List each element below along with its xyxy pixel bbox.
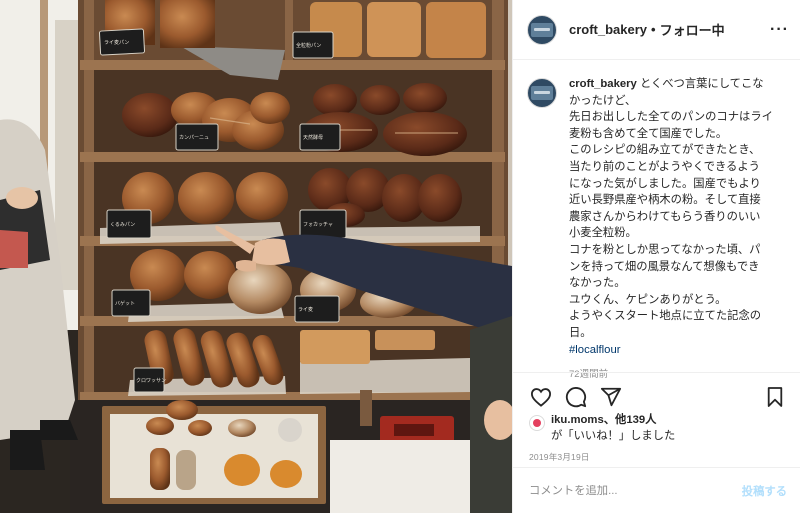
- separator-dot: •: [651, 22, 656, 37]
- shelf-label: 全粒粉パン: [296, 42, 321, 49]
- liker-username[interactable]: iku.moms: [551, 414, 604, 426]
- caption-line: 先日お出しした全てのパンのコナはライ: [569, 111, 773, 124]
- shelf-label: フォカッチャ: [303, 222, 333, 228]
- caption-line: ユウくん、ケピンありがとう。: [569, 293, 727, 306]
- caption-line: コナを粉としか思ってなかった頃、パ: [569, 243, 761, 256]
- comment-bar: 投稿する: [513, 467, 800, 513]
- post-side-panel: croft_bakery • フォロー中 ··· croft_bakery とく…: [512, 0, 800, 513]
- caption-line: 農家さんからわけてもらう香りのいい: [569, 210, 761, 223]
- post-photo[interactable]: ライ麦パン 全粒粉パン カンパーニュ 天然酵母 くるみパン フォカッチャ バゲッ…: [0, 0, 512, 513]
- shelf-label: バゲット: [115, 300, 135, 307]
- likes-summary: iku.moms、他139人 が「いいね！」しました: [529, 413, 787, 444]
- shelf-label: くるみパン: [110, 222, 135, 228]
- post-comment-button[interactable]: 投稿する: [742, 483, 787, 499]
- caption-line: 近い長野県産や柄木の粉。そして直接: [569, 194, 761, 207]
- caption-line: 小麦全粒粉。: [569, 227, 637, 240]
- likes-suffix: が「いいね！」しました: [551, 429, 676, 442]
- liker-avatar[interactable]: [529, 415, 545, 431]
- username-link[interactable]: croft_bakery: [569, 22, 647, 37]
- caption-username[interactable]: croft_bakery: [569, 78, 637, 90]
- post-date[interactable]: 2019年3月19日: [529, 451, 590, 463]
- caption-line: 麦粉も含めて全て国産でした。: [569, 127, 728, 140]
- shelf-label: ライ麦パン: [104, 39, 129, 46]
- caption-body: croft_bakery とくべつ言葉にしてこな かったけど、 先日お出しした全…: [569, 76, 787, 380]
- comment-icon[interactable]: [564, 385, 588, 409]
- caption-line: 当たり前のことがようやくできるよう: [569, 160, 760, 173]
- shelf-label: 天然酵母: [303, 134, 323, 141]
- caption-line: このレシピの組み立てができたとき、: [569, 144, 761, 157]
- bakery-shelf-photo: ライ麦パン 全粒粉パン カンパーニュ 天然酵母 くるみパン フォカッチャ バゲッ…: [0, 0, 512, 513]
- more-options-icon[interactable]: ···: [770, 21, 789, 38]
- shelf-label: カンパーニュ: [179, 135, 209, 141]
- caption-avatar[interactable]: [527, 78, 557, 108]
- follow-status[interactable]: フォロー中: [660, 20, 725, 39]
- comment-input[interactable]: [529, 484, 719, 497]
- caption-line: になった気がしました。国産でもより: [569, 177, 761, 190]
- avatar[interactable]: [527, 14, 557, 45]
- hashtag-link[interactable]: #localflour: [569, 342, 787, 359]
- caption-line: 日。: [569, 326, 592, 339]
- action-icons: [529, 385, 787, 409]
- shelf-label: クロワッサン: [136, 378, 166, 384]
- share-icon[interactable]: [599, 385, 623, 409]
- caption-line: ようやくスタート地点に立てた記念の: [569, 310, 762, 323]
- likes-count[interactable]: 、他139人: [604, 414, 657, 426]
- caption-line: ンを持って畑の風景なんて想像もでき: [569, 260, 760, 273]
- caption: croft_bakery とくべつ言葉にしてこな かったけど、 先日お出しした全…: [513, 60, 800, 380]
- caption-line: とくべつ言葉にしてこな: [639, 78, 764, 90]
- caption-line: なかった。: [569, 277, 626, 290]
- bookmark-icon[interactable]: [763, 385, 787, 409]
- post-header: croft_bakery • フォロー中 ···: [513, 0, 800, 60]
- shelf-label: ライ麦: [298, 306, 313, 313]
- heart-icon[interactable]: [529, 385, 553, 409]
- caption-line: かったけど、: [569, 94, 637, 107]
